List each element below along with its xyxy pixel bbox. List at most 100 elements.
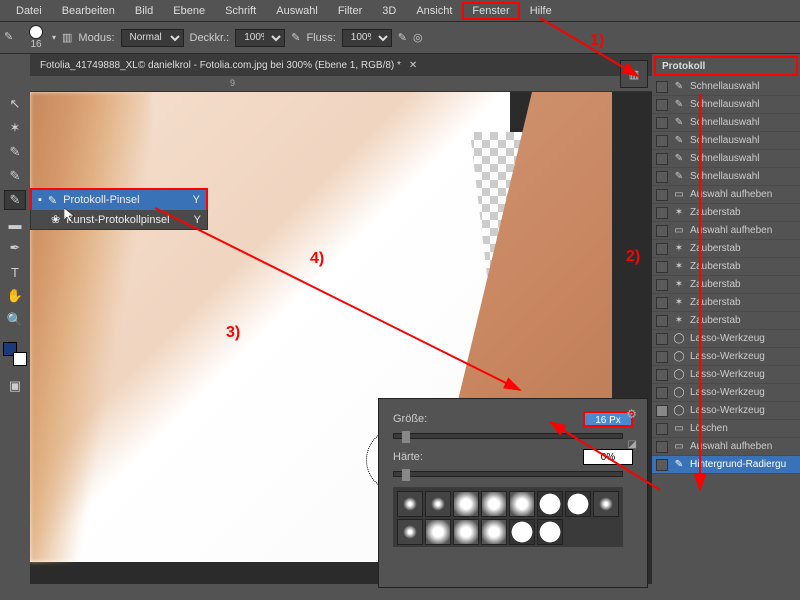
tablet-pressure-opacity-icon[interactable]: ✎ — [291, 31, 300, 44]
history-step[interactable]: ✶Zauberstab — [652, 276, 800, 294]
history-step[interactable]: ✎Schnellauswahl — [652, 114, 800, 132]
history-step[interactable]: ✶Zauberstab — [652, 294, 800, 312]
brush-preset[interactable] — [481, 491, 507, 517]
panel-dock-icon[interactable]: ▥ — [620, 60, 648, 88]
history-source-checkbox[interactable] — [656, 135, 668, 147]
blend-mode-select[interactable]: Normal — [121, 29, 184, 47]
gradient-tool-icon[interactable]: ▬ — [4, 214, 26, 234]
history-source-checkbox[interactable] — [656, 81, 668, 93]
menu-fenster[interactable]: Fenster — [462, 2, 519, 20]
pen-tool-icon[interactable]: ✒ — [4, 238, 26, 258]
menu-filter[interactable]: Filter — [328, 2, 372, 20]
history-step[interactable]: ✎Schnellauswahl — [652, 132, 800, 150]
menu-bearbeiten[interactable]: Bearbeiten — [52, 2, 125, 20]
protokoll-panel-tab[interactable]: Protokoll — [654, 56, 798, 76]
brush-preset[interactable] — [397, 519, 423, 545]
history-step[interactable]: ◯Lasso-Werkzeug — [652, 348, 800, 366]
brush-preset[interactable] — [453, 491, 479, 517]
menu-schrift[interactable]: Schrift — [215, 2, 266, 20]
menu-datei[interactable]: Datei — [6, 2, 52, 20]
zoom-tool-icon[interactable]: 🔍 — [4, 310, 26, 330]
hand-tool-icon[interactable]: ✋ — [4, 286, 26, 306]
brush-preset[interactable] — [481, 519, 507, 545]
history-step[interactable]: ✎Schnellauswahl — [652, 150, 800, 168]
history-source-checkbox[interactable] — [656, 405, 668, 417]
size-slider[interactable] — [393, 433, 623, 439]
history-source-checkbox[interactable] — [656, 423, 668, 435]
history-source-checkbox[interactable] — [656, 351, 668, 363]
history-source-checkbox[interactable] — [656, 189, 668, 201]
history-step[interactable]: ✎Schnellauswahl — [652, 96, 800, 114]
history-step[interactable]: ◯Lasso-Werkzeug — [652, 366, 800, 384]
opacity-select[interactable]: 100% — [235, 29, 285, 47]
brush-preset[interactable] — [593, 491, 619, 517]
brush-preset[interactable] — [565, 491, 591, 517]
brush-preset[interactable] — [453, 519, 479, 545]
brush-preset[interactable] — [537, 491, 563, 517]
menu-auswahl[interactable]: Auswahl — [266, 2, 328, 20]
move-tool-icon[interactable]: ↖ — [4, 94, 26, 114]
brush-preset[interactable] — [509, 519, 535, 545]
history-step[interactable]: ◯Lasso-Werkzeug — [652, 330, 800, 348]
brush-panel-icon[interactable]: ▥ — [62, 31, 72, 44]
history-step[interactable]: ✎Schnellauswahl — [652, 78, 800, 96]
history-source-checkbox[interactable] — [656, 279, 668, 291]
history-step[interactable]: ▭Auswahl aufheben — [652, 438, 800, 456]
history-source-checkbox[interactable] — [656, 297, 668, 309]
menu-hilfe[interactable]: Hilfe — [520, 2, 562, 20]
brush-tool-icon[interactable]: ✎ — [4, 166, 26, 186]
menu-ansicht[interactable]: Ansicht — [406, 2, 462, 20]
airbrush-icon[interactable]: ✎ — [398, 31, 407, 44]
history-source-checkbox[interactable] — [656, 225, 668, 237]
history-step[interactable]: ✶Zauberstab — [652, 240, 800, 258]
gear-icon[interactable]: ⚙ — [626, 407, 637, 421]
history-step[interactable]: ✎Hintergrund-Radiergu — [652, 456, 800, 474]
brush-preset[interactable] — [397, 491, 423, 517]
flow-select[interactable]: 100% — [342, 29, 392, 47]
hardness-slider[interactable] — [393, 471, 623, 477]
history-source-checkbox[interactable] — [656, 117, 668, 129]
hardness-input[interactable]: 0% — [583, 449, 633, 465]
wand-tool-icon[interactable]: ✶ — [4, 118, 26, 138]
history-source-checkbox[interactable] — [656, 315, 668, 327]
flyout-protokoll-pinsel[interactable]: ▪✎Protokoll-Pinsel Y — [32, 190, 206, 210]
document-tab[interactable]: Fotolia_41749888_XL© danielkrol - Fotoli… — [40, 60, 401, 71]
eyedropper-tool-icon[interactable]: ✎ — [4, 142, 26, 162]
history-source-checkbox[interactable] — [656, 459, 668, 471]
history-source-checkbox[interactable] — [656, 333, 668, 345]
brush-preview-icon[interactable] — [29, 25, 43, 39]
quick-mask-icon[interactable]: ▣ — [4, 376, 26, 396]
history-step[interactable]: ✶Zauberstab — [652, 312, 800, 330]
color-swatches[interactable] — [3, 342, 27, 366]
history-brush-tool-icon[interactable]: ✎ — [4, 190, 26, 210]
history-step[interactable]: ◯Lasso-Werkzeug — [652, 402, 800, 420]
brush-preset[interactable] — [425, 519, 451, 545]
history-step[interactable]: ▭Löschen — [652, 420, 800, 438]
new-preset-icon[interactable]: ◪ — [628, 439, 637, 450]
history-step[interactable]: ✎Schnellauswahl — [652, 168, 800, 186]
history-source-checkbox[interactable] — [656, 243, 668, 255]
history-source-checkbox[interactable] — [656, 171, 668, 183]
tablet-pressure-size-icon[interactable]: ◎ — [413, 31, 423, 44]
history-step[interactable]: ◯Lasso-Werkzeug — [652, 384, 800, 402]
history-source-checkbox[interactable] — [656, 99, 668, 111]
history-step[interactable]: ▭Auswahl aufheben — [652, 186, 800, 204]
brush-preset[interactable] — [537, 519, 563, 545]
brush-preset-dropdown-icon[interactable]: ▾ — [52, 33, 56, 42]
history-source-checkbox[interactable] — [656, 207, 668, 219]
menu-3d[interactable]: 3D — [372, 2, 406, 20]
close-tab-icon[interactable]: ✕ — [409, 60, 417, 71]
history-source-checkbox[interactable] — [656, 387, 668, 399]
brush-preset[interactable] — [425, 491, 451, 517]
brush-preset[interactable] — [509, 491, 535, 517]
menu-ebene[interactable]: Ebene — [163, 2, 215, 20]
history-source-checkbox[interactable] — [656, 369, 668, 381]
history-source-checkbox[interactable] — [656, 441, 668, 453]
type-tool-icon[interactable]: T — [4, 262, 26, 282]
history-source-checkbox[interactable] — [656, 153, 668, 165]
history-step[interactable]: ✶Zauberstab — [652, 258, 800, 276]
history-source-checkbox[interactable] — [656, 261, 668, 273]
history-step[interactable]: ▭Auswahl aufheben — [652, 222, 800, 240]
menu-bild[interactable]: Bild — [125, 2, 163, 20]
history-step[interactable]: ✶Zauberstab — [652, 204, 800, 222]
